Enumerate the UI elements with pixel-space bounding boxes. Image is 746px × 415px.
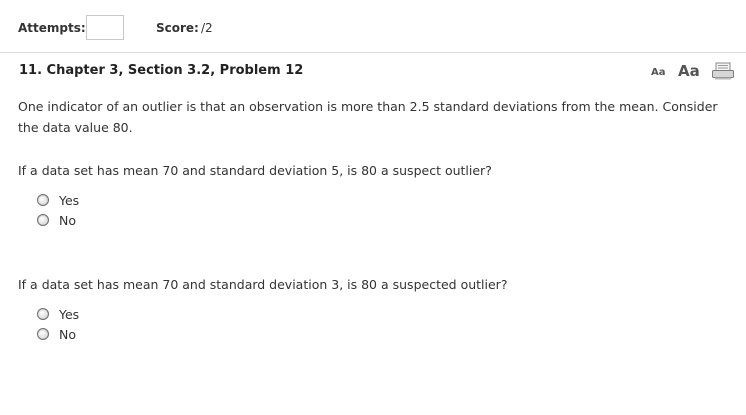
question-2-option-no[interactable]: No xyxy=(37,325,76,343)
score-label: Score: xyxy=(156,21,199,35)
option-label: No xyxy=(59,212,76,228)
radio-button-icon[interactable] xyxy=(37,214,49,226)
option-label: No xyxy=(59,326,76,342)
question-1-option-yes[interactable]: Yes xyxy=(37,191,79,209)
option-label: Yes xyxy=(59,306,80,322)
radio-button-icon[interactable] xyxy=(37,194,49,206)
question-2-text: If a data set has mean 70 and standard d… xyxy=(18,277,508,292)
font-size-large-button[interactable]: Aa xyxy=(678,62,700,80)
score-value: /2 xyxy=(201,21,213,35)
header-bar: Attempts: Score: /2 xyxy=(0,0,746,53)
question-1-text: If a data set has mean 70 and standard d… xyxy=(18,163,492,178)
font-size-small-button[interactable]: Aa xyxy=(651,67,666,78)
problem-title: 11. Chapter 3, Section 3.2, Problem 12 xyxy=(19,63,304,78)
option-label: Yes xyxy=(59,192,80,208)
radio-button-icon[interactable] xyxy=(37,308,49,320)
problem-intro: One indicator of an outlier is that an o… xyxy=(18,99,718,135)
question-2-option-yes[interactable]: Yes xyxy=(37,305,79,323)
radio-button-icon[interactable] xyxy=(37,328,49,340)
attempts-label: Attempts: xyxy=(18,21,86,35)
question-1-option-no[interactable]: No xyxy=(37,211,76,229)
printer-icon[interactable] xyxy=(711,62,735,80)
attempts-field xyxy=(86,15,124,40)
